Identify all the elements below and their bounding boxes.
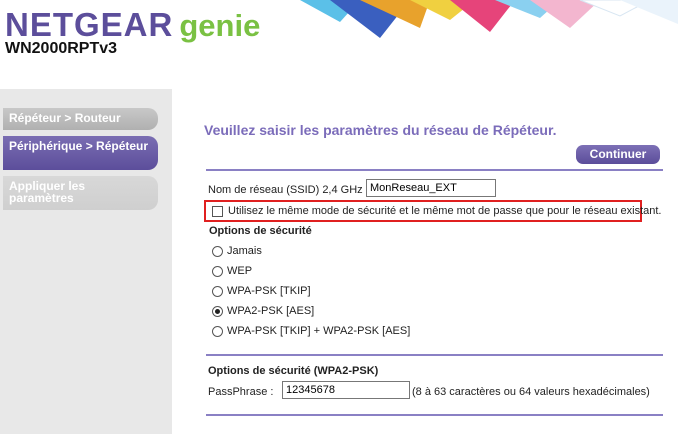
sidebar-item-repeater-router[interactable]: Répéteur > Routeur — [3, 108, 158, 130]
passphrase-hint: (8 à 63 caractères ou 64 valeurs hexadéc… — [412, 386, 650, 398]
brand-genie: genie — [179, 8, 261, 43]
divider — [206, 354, 663, 356]
sidebar-item-device-repeater[interactable]: Périphérique > Répéteur — [3, 136, 158, 170]
divider — [206, 414, 663, 416]
logo: NETGEAR genie — [5, 6, 260, 44]
radio-icon[interactable] — [212, 325, 223, 337]
security-option-wpa-wpa2-mixed[interactable]: WPA-PSK [TKIP] + WPA2-PSK [AES] — [212, 325, 410, 337]
header: NETGEAR genie WN2000RPTv3 — [0, 0, 678, 89]
security-option-label: WPA2-PSK [AES] — [227, 305, 315, 317]
passphrase-label: PassPhrase : — [208, 386, 274, 398]
security-option-label: Jamais — [227, 245, 262, 257]
security-option-wep[interactable]: WEP — [212, 265, 252, 277]
security-option-wpa-tkip[interactable]: WPA-PSK [TKIP] — [212, 285, 311, 297]
security-option-label: WPA-PSK [TKIP] + WPA2-PSK [AES] — [227, 325, 411, 337]
security-options-title: Options de sécurité — [209, 225, 312, 237]
same-security-checkbox[interactable] — [212, 206, 223, 217]
radio-icon[interactable] — [212, 285, 223, 297]
continue-button[interactable]: Continuer — [576, 145, 660, 164]
radio-icon[interactable] — [212, 245, 223, 257]
security-option-none[interactable]: Jamais — [212, 245, 262, 257]
main-content: Veuillez saisir les paramètres du réseau… — [172, 89, 678, 434]
security-option-label: WPA-PSK [TKIP] — [227, 285, 311, 297]
security-option-label: WEP — [227, 265, 253, 277]
header-decoration — [300, 0, 678, 40]
radio-selected-icon[interactable] — [212, 305, 223, 317]
divider — [206, 169, 663, 171]
same-security-highlight: Utilisez le même mode de sécurité et le … — [204, 200, 662, 222]
model-name: WN2000RPTv3 — [5, 40, 118, 57]
radio-icon[interactable] — [212, 265, 223, 277]
sidebar-item-apply-settings: Appliquer les paramètres — [3, 176, 158, 210]
sidebar: Répéteur > Routeur Périphérique > Répéte… — [0, 89, 172, 434]
ssid-input[interactable] — [366, 179, 496, 197]
passphrase-input[interactable] — [282, 381, 410, 399]
wpa2-options-title: Options de sécurité (WPA2-PSK) — [208, 365, 379, 377]
ssid-label: Nom de réseau (SSID) 2,4 GHz : — [208, 184, 369, 196]
brand-name: NETGEAR — [5, 6, 174, 43]
page-title: Veuillez saisir les paramètres du réseau… — [204, 122, 557, 138]
security-option-wpa2-aes[interactable]: WPA2-PSK [AES] — [212, 305, 314, 317]
same-security-label: Utilisez le même mode de sécurité et le … — [228, 205, 662, 217]
